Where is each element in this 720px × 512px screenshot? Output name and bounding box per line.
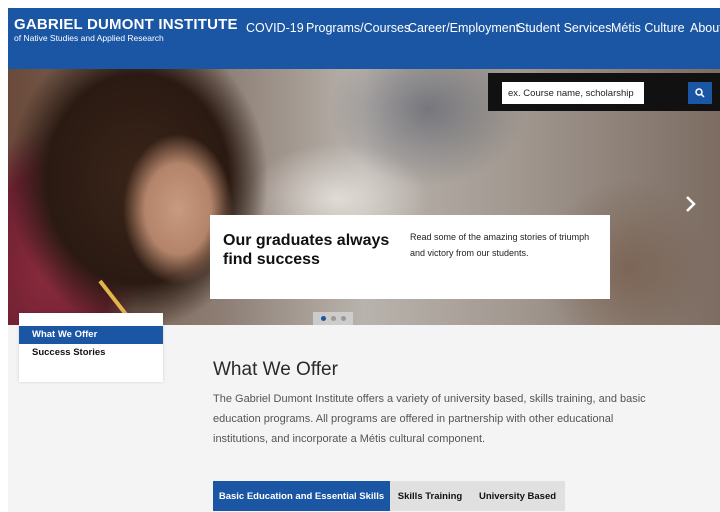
nav-item-student-services[interactable]: Student Services bbox=[517, 21, 612, 35]
site-logo[interactable]: GABRIEL DUMONT INSTITUTE of Native Studi… bbox=[14, 16, 238, 44]
search-button[interactable] bbox=[688, 82, 712, 104]
search-icon bbox=[695, 88, 705, 98]
tab-skills-training[interactable]: Skills Training bbox=[390, 481, 470, 511]
nav-item-career-employment[interactable]: Career/Employment bbox=[408, 21, 519, 35]
hero-caption: Our graduates always find success Read s… bbox=[210, 215, 610, 299]
carousel-indicators bbox=[313, 312, 353, 325]
hero-caption-text: Read some of the amazing stories of triu… bbox=[410, 232, 590, 258]
tab-basic-education[interactable]: Basic Education and Essential Skills bbox=[213, 481, 390, 511]
section-title: What We Offer bbox=[213, 359, 338, 380]
carousel-dot-3[interactable] bbox=[341, 316, 346, 321]
sidebar-item-success-stories[interactable]: Success Stories bbox=[19, 344, 163, 362]
nav-item-covid-19[interactable]: COVID-19 bbox=[246, 21, 304, 35]
brand-subtitle: of Native Studies and Applied Research bbox=[14, 33, 164, 43]
chevron-right-icon bbox=[686, 196, 696, 212]
site-header: GABRIEL DUMONT INSTITUTE of Native Studi… bbox=[8, 8, 720, 69]
sidebar-item-label: Success Stories bbox=[32, 347, 106, 358]
carousel-dot-1[interactable] bbox=[321, 316, 326, 321]
hero-caption-title: Our graduates always find success bbox=[223, 232, 390, 268]
sidebar-item-what-we-offer[interactable]: What We Offer bbox=[19, 326, 163, 344]
section-sidebar: What We Offer Success Stories bbox=[19, 313, 163, 382]
nav-item-metis-culture[interactable]: Métis Culture bbox=[611, 21, 685, 35]
page-top-margin bbox=[0, 0, 720, 8]
tab-university-based[interactable]: University Based bbox=[470, 481, 565, 511]
brand-title: GABRIEL DUMONT INSTITUTE bbox=[14, 16, 238, 33]
hero-carousel: Our graduates always find success Read s… bbox=[8, 69, 720, 325]
nav-item-about[interactable]: About bbox=[690, 21, 720, 35]
carousel-next-button[interactable] bbox=[685, 194, 697, 220]
nav-item-programs-courses[interactable]: Programs/Courses bbox=[306, 21, 410, 35]
sidebar-item-label: What We Offer bbox=[32, 329, 98, 340]
search-input[interactable] bbox=[502, 82, 644, 104]
carousel-dot-2[interactable] bbox=[331, 316, 336, 321]
section-description: The Gabriel Dumont Institute offers a va… bbox=[213, 393, 646, 445]
search-box bbox=[488, 73, 720, 111]
